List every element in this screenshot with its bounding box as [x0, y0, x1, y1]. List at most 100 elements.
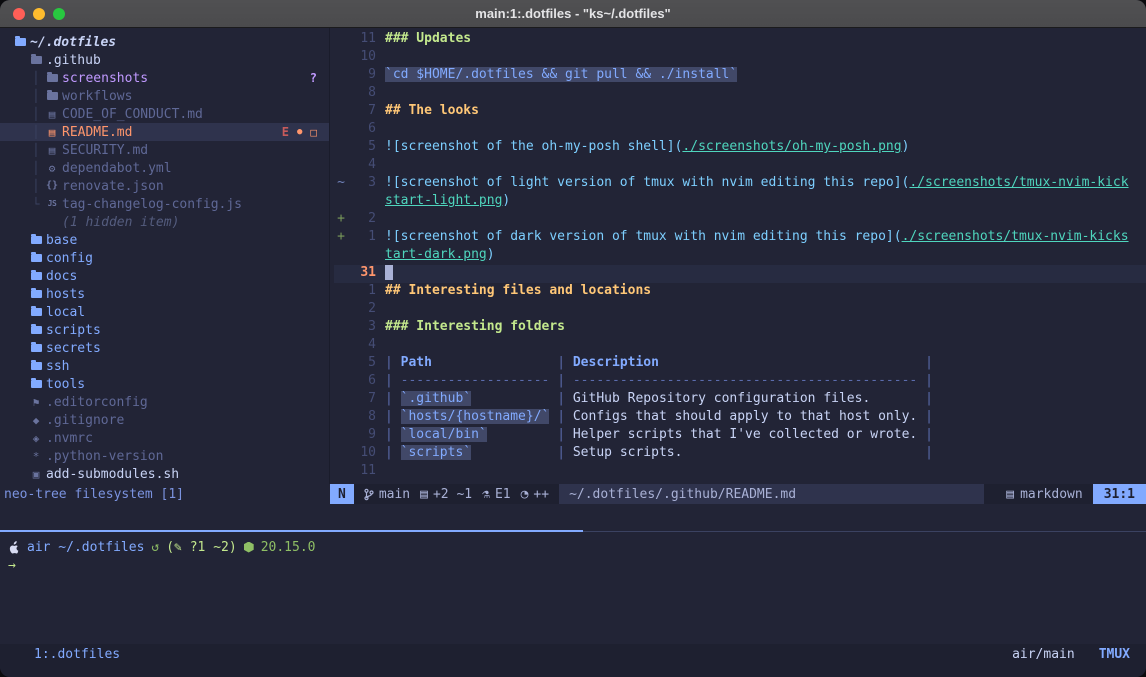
neotree-footer: neo-tree filesystem [1]	[0, 484, 330, 504]
tree-item-.editorconfig[interactable]: ⚑.editorconfig	[0, 393, 329, 411]
line-content: | `local/bin` | Helper scripts that I've…	[385, 427, 1146, 445]
neo-tree-sidebar[interactable]: ~/.dotfiles.github│screenshots?│workflow…	[0, 28, 330, 484]
editor-line-11[interactable]: 11### Updates	[334, 31, 1146, 49]
status-strip: neo-tree filesystem [1] N main▤+2 ~1⚗E1◔…	[0, 484, 1146, 504]
gutter-sign	[334, 139, 348, 157]
line-number	[348, 193, 376, 211]
tree-item-.dotfiles[interactable]: ~/.dotfiles	[0, 33, 329, 51]
tree-item-label: dependabot.yml	[60, 161, 172, 176]
refresh-icon: ↺	[151, 540, 159, 555]
prompt-arrow: →	[8, 556, 1146, 574]
line-number: 6	[348, 121, 376, 139]
editor-line-9[interactable]: 9 | `local/bin` | Helper scripts that I'v…	[334, 427, 1146, 445]
editor-line-8[interactable]: 8	[334, 85, 1146, 103]
folder-icon	[28, 308, 44, 316]
window-title: main:1:.dotfiles - "ks~/.dotfiles"	[475, 6, 670, 21]
editor-line-2[interactable]: 2	[334, 301, 1146, 319]
tree-item-hosts[interactable]: hosts	[0, 285, 329, 303]
editor-line-2[interactable]: +2	[334, 211, 1146, 229]
diff-icon: ▤	[420, 487, 428, 502]
tree-item-.github[interactable]: .github	[0, 51, 329, 69]
editor-line-4[interactable]: 4	[334, 337, 1146, 355]
editor-line-10[interactable]: 10| `scripts` | Setup scripts. |	[334, 445, 1146, 463]
editor-line-11[interactable]: 11	[334, 463, 1146, 481]
close-button[interactable]	[13, 8, 25, 20]
tree-item-tools[interactable]: tools	[0, 375, 329, 393]
tree-item-security.md[interactable]: │▤SECURITY.md	[0, 141, 329, 159]
tree-item-screenshots[interactable]: │screenshots?	[0, 69, 329, 87]
gutter-sign	[334, 337, 348, 355]
tree-item-label: .python-version	[44, 449, 163, 464]
line-number: 9	[348, 427, 376, 445]
editor-line-5[interactable]: 5![screenshot of the oh-my-posh shell](.…	[334, 139, 1146, 157]
git-diff-segment-text: +2 ~1	[433, 487, 472, 502]
tree-item-code-of-conduct.md[interactable]: │▤CODE_OF_CONDUCT.md	[0, 105, 329, 123]
git-diff-segment: ▤ +2 ~1	[420, 487, 472, 502]
shell-pane[interactable]: air ~/.dotfiles↺(✎ ?1 ~2)20.15.0 →	[0, 532, 1146, 644]
line-content	[385, 85, 1146, 103]
line-content: tart-dark.png)	[385, 247, 1146, 265]
git-status: (✎ ?1 ~2)	[166, 540, 236, 555]
tree-item-renovate.json[interactable]: │{}renovate.json	[0, 177, 329, 195]
tree-item-.gitignore[interactable]: ◆.gitignore	[0, 411, 329, 429]
tree-item-ssh[interactable]: ssh	[0, 357, 329, 375]
gutter-sign	[334, 121, 348, 139]
tree-item-config[interactable]: config	[0, 249, 329, 267]
minimize-button[interactable]	[33, 8, 45, 20]
line-number: 5	[348, 139, 376, 157]
line-number: 7	[348, 103, 376, 121]
markdown-icon: ▤	[1006, 487, 1014, 502]
tree-item-label: README.md	[60, 125, 132, 140]
gutter-sign: +	[334, 211, 348, 229]
line-number: 10	[348, 445, 376, 463]
tree-item-.nvmrc[interactable]: ◈.nvmrc	[0, 429, 329, 447]
editor-line-wrap[interactable]: tart-dark.png)	[334, 247, 1146, 265]
editor-line-7[interactable]: 7## The looks	[334, 103, 1146, 121]
gutter-sign	[334, 409, 348, 427]
editor-line-wrap[interactable]: start-light.png)	[334, 193, 1146, 211]
markdown-file-icon: ▤	[44, 109, 60, 120]
shell-icon: ▣	[28, 469, 44, 480]
editor-pane[interactable]: 11### Updates109`cd $HOME/.dotfiles && g…	[330, 28, 1146, 484]
line-content: ## Interesting files and locations	[385, 283, 1146, 301]
tree-item-.python-version[interactable]: *.python-version	[0, 447, 329, 465]
unstaged-marker: □	[310, 126, 317, 139]
tree-item-workflows[interactable]: │workflows	[0, 87, 329, 105]
tree-item-secrets[interactable]: secrets	[0, 339, 329, 357]
editor-line-8[interactable]: 8| `hosts/{hostname}/` | Configs that sh…	[334, 409, 1146, 427]
tree-item-label: SECURITY.md	[60, 143, 148, 158]
editor-line-4[interactable]: 4	[334, 157, 1146, 175]
editor-line-7[interactable]: 7| `.github` | GitHub Repository configu…	[334, 391, 1146, 409]
tmux-window-label[interactable]: 1:.dotfiles	[34, 647, 120, 662]
editor-line-3[interactable]: 3### Interesting folders	[334, 319, 1146, 337]
tree-item-add-submodules.sh[interactable]: ▣add-submodules.sh	[0, 465, 329, 483]
editor-line-1[interactable]: +1![screenshot of dark version of tmux w…	[334, 229, 1146, 247]
tree-item-local[interactable]: local	[0, 303, 329, 321]
editor-line-6[interactable]: 6| ------------------- | ---------------…	[334, 373, 1146, 391]
tree-item-label: scripts	[44, 323, 101, 338]
untracked-marker: ?	[310, 71, 317, 85]
editor-line-10[interactable]: 10	[334, 49, 1146, 67]
editor-line-6[interactable]: 6	[334, 121, 1146, 139]
tree-item-base[interactable]: base	[0, 231, 329, 249]
line-number: 8	[348, 85, 376, 103]
tree-item-readme.md[interactable]: │▤README.mdE●□	[0, 123, 329, 141]
gutter-sign	[334, 301, 348, 319]
editor-line-5[interactable]: 5| Path | Description |	[334, 355, 1146, 373]
editor-line-31[interactable]: 31	[334, 265, 1146, 283]
tree-item-scripts[interactable]: scripts	[0, 321, 329, 339]
editor-line-3[interactable]: ~3![screenshot of light version of tmux …	[334, 175, 1146, 193]
file-tree: ~/.dotfiles.github│screenshots?│workflow…	[0, 33, 329, 483]
flag-icon: ⚑	[28, 397, 44, 408]
editor-line-1[interactable]: 1## Interesting files and locations	[334, 283, 1146, 301]
folder-icon	[44, 74, 60, 82]
prompt-host-path: air ~/.dotfiles	[27, 540, 144, 555]
editor-line-9[interactable]: 9`cd $HOME/.dotfiles && git pull && ./in…	[334, 67, 1146, 85]
tree-item-docs[interactable]: docs	[0, 267, 329, 285]
tree-item-dependabot.yml[interactable]: │⚙dependabot.yml	[0, 159, 329, 177]
tree-guide: │	[28, 125, 44, 139]
filetype-segment: ▤ markdown	[1006, 487, 1082, 502]
tree-item-tag-changelog-config.js[interactable]: └JStag-changelog-config.js	[0, 195, 329, 213]
tree-item-1-hidden-item[interactable]: (1 hidden item)	[0, 213, 329, 231]
zoom-button[interactable]	[53, 8, 65, 20]
